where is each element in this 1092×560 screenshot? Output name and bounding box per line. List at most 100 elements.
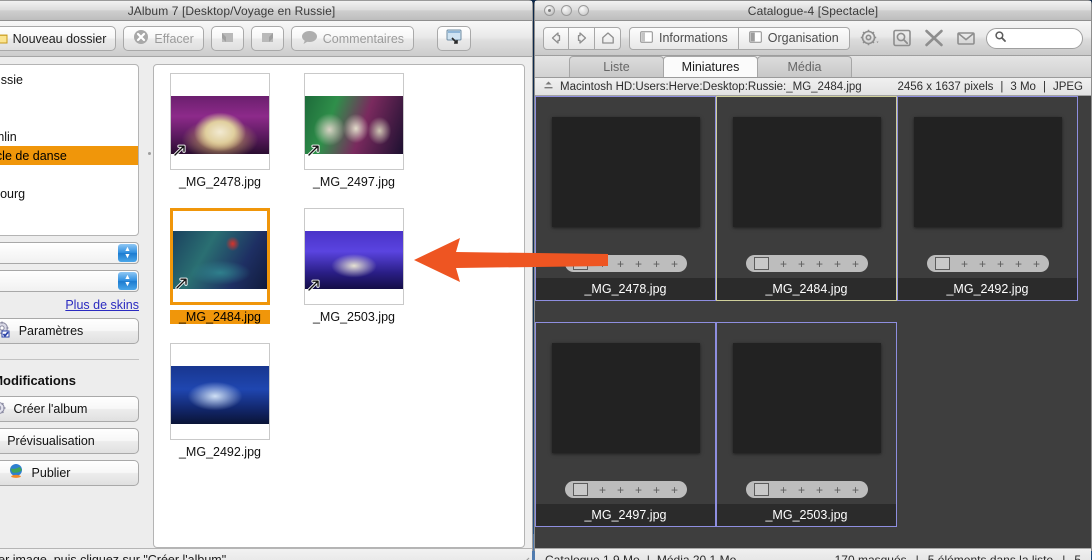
catalogue-cell[interactable]: + + + + + _MG_2492.jpg: [897, 96, 1078, 301]
new-folder-label: Nouveau dossier: [12, 31, 107, 46]
catalogue-titlebar[interactable]: Catalogue-4 [Spectacle]: [535, 1, 1091, 21]
rating-plus-icon[interactable]: +: [1015, 258, 1022, 270]
rating-plus-icon[interactable]: +: [834, 258, 841, 270]
tree-item-selected[interactable]: Spectacle de danse: [0, 146, 138, 165]
rating-plus-icon[interactable]: +: [997, 258, 1004, 270]
thumbnail-frame[interactable]: [170, 73, 270, 170]
close-button[interactable]: [544, 5, 555, 16]
rotate-right-button[interactable]: [250, 26, 284, 51]
rotate-right-icon: [259, 30, 276, 48]
style-combo[interactable]: ack.css ▲▼: [0, 270, 139, 292]
back-button[interactable]: [543, 26, 569, 50]
rating-plus-icon[interactable]: +: [852, 258, 859, 270]
label-swatch-icon[interactable]: [753, 257, 769, 270]
catalogue-cell[interactable]: + + + + + _MG_2503.jpg: [716, 322, 897, 527]
rating-plus-icon[interactable]: +: [798, 484, 805, 496]
chevron-updown-icon[interactable]: ▲ ▼: [118, 272, 137, 290]
search-input[interactable]: [985, 27, 1083, 49]
gear-menu-button[interactable]: [858, 26, 882, 50]
comments-label: Commentaires: [322, 31, 405, 46]
rating-widget[interactable]: + + + + +: [564, 481, 687, 498]
create-album-button[interactable]: Créer l'album: [0, 396, 139, 422]
skin-combo[interactable]: ▲ ▼: [0, 242, 139, 264]
tree-item[interactable]: Petersbourg: [0, 184, 138, 203]
rating-plus-icon[interactable]: +: [961, 258, 968, 270]
catalogue-cell-highlighted[interactable]: + + + + + _MG_2484.jpg: [716, 96, 897, 301]
thumbnail-frame[interactable]: [304, 73, 404, 170]
zoom-button[interactable]: [578, 5, 589, 16]
rating-plus-icon[interactable]: +: [979, 258, 986, 270]
rating-plus-icon[interactable]: +: [780, 484, 787, 496]
minimize-button[interactable]: [561, 5, 572, 16]
thumbnail-frame[interactable]: [170, 343, 270, 440]
tree-item[interactable]: oisière: [0, 165, 138, 184]
home-button[interactable]: [595, 26, 621, 50]
thumbnail-cell[interactable]: _MG_2497.jpg: [304, 73, 438, 189]
tree-item-label: Le Kremlin: [0, 129, 17, 144]
preview-button[interactable]: Prévisualisation: [0, 428, 139, 454]
rating-plus-icon[interactable]: +: [635, 258, 642, 270]
informations-button[interactable]: Informations: [629, 26, 739, 50]
rating-plus-icon[interactable]: +: [635, 484, 642, 496]
rating-plus-icon[interactable]: +: [671, 484, 678, 496]
rating-plus-icon[interactable]: +: [653, 258, 660, 270]
thumbnail-cell-selected[interactable]: _MG_2484.jpg: [170, 208, 304, 324]
erase-label: Effacer: [154, 31, 194, 46]
tree-item[interactable]: icônes: [0, 203, 138, 222]
resize-grip-icon[interactable]: [517, 555, 530, 560]
rating-plus-icon[interactable]: +: [780, 258, 787, 270]
chevron-updown-icon[interactable]: ▲ ▼: [118, 244, 137, 262]
thumbnail-frame[interactable]: [304, 208, 404, 305]
organisation-button[interactable]: Organisation: [738, 26, 850, 50]
rating-plus-icon[interactable]: +: [816, 258, 823, 270]
remove-button[interactable]: [922, 26, 946, 50]
label-swatch-icon[interactable]: [934, 257, 950, 270]
rating-plus-icon[interactable]: +: [599, 484, 606, 496]
informations-label: Informations: [659, 31, 728, 45]
publish-button[interactable]: Publier: [0, 460, 139, 486]
tree-item[interactable]: e en Russie: [0, 70, 138, 89]
rating-plus-icon[interactable]: +: [798, 258, 805, 270]
label-swatch-icon[interactable]: [753, 483, 769, 496]
catalogue-thumbnail-grid[interactable]: + + + + + _MG_2478.jpg + + + + +: [535, 96, 1091, 548]
rating-plus-icon[interactable]: +: [617, 484, 624, 496]
thumbnail-cell[interactable]: _MG_2478.jpg: [170, 73, 304, 189]
rating-plus-icon[interactable]: +: [816, 484, 823, 496]
album-scope-radios: Tout Modifications: [0, 372, 139, 390]
erase-button[interactable]: Effacer: [123, 26, 204, 51]
tree-item[interactable]: scou: [0, 89, 138, 108]
thumbnail-frame[interactable]: [170, 208, 270, 305]
rating-widget[interactable]: + + + + +: [745, 255, 868, 272]
rating-plus-icon[interactable]: +: [653, 484, 660, 496]
presentation-button[interactable]: [437, 26, 472, 51]
rating-widget[interactable]: + + + + +: [926, 255, 1049, 272]
jalbum-titlebar[interactable]: JAlbum 7 [Desktop/Voyage en Russie]: [0, 1, 532, 21]
mail-button[interactable]: [954, 26, 978, 50]
tab-media[interactable]: Média: [757, 56, 852, 77]
rating-plus-icon[interactable]: +: [1033, 258, 1040, 270]
radio-changes-label[interactable]: Modifications: [0, 373, 76, 388]
tab-miniatures[interactable]: Miniatures: [663, 56, 758, 77]
rating-widget[interactable]: + + + + +: [745, 481, 868, 498]
sidebar-splitter[interactable]: [146, 57, 153, 548]
rating-plus-icon[interactable]: +: [671, 258, 678, 270]
tab-liste[interactable]: Liste: [569, 56, 664, 77]
tree-item[interactable]: Le Kremlin: [0, 127, 138, 146]
thumbnail-pane[interactable]: _MG_2478.jpg _MG_2497.jpg _MG_2484.jpg _…: [153, 64, 525, 548]
settings-button[interactable]: Paramètres: [0, 318, 139, 344]
forward-button[interactable]: [569, 26, 595, 50]
tree-item[interactable]: La Ville: [0, 108, 138, 127]
splitter-knob[interactable]: [148, 152, 151, 155]
more-skins-link[interactable]: Plus de skins: [65, 298, 139, 312]
thumbnail-cell[interactable]: _MG_2492.jpg: [170, 343, 304, 459]
label-swatch-icon[interactable]: [572, 483, 588, 496]
rating-plus-icon[interactable]: +: [852, 484, 859, 496]
catalogue-cell[interactable]: + + + + + _MG_2497.jpg: [535, 322, 716, 527]
find-button[interactable]: [890, 26, 914, 50]
comments-button[interactable]: Commentaires: [290, 26, 415, 51]
rating-plus-icon[interactable]: +: [617, 258, 624, 270]
rotate-left-button[interactable]: [210, 26, 244, 51]
rating-plus-icon[interactable]: +: [834, 484, 841, 496]
folder-tree[interactable]: e en Russie scou La Ville Le Kremlin Spe…: [0, 64, 139, 236]
new-folder-button[interactable]: Nouveau dossier: [0, 26, 117, 51]
